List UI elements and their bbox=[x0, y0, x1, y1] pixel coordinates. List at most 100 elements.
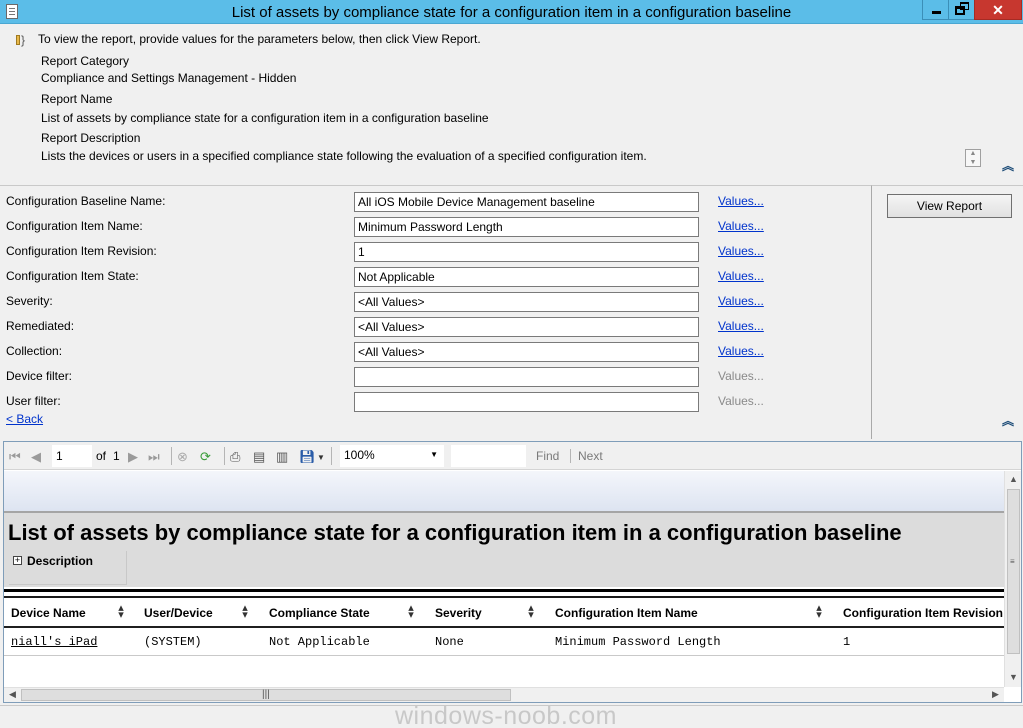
column-header-ci-revision[interactable]: Configuration Item Revision bbox=[843, 606, 1003, 620]
report-content: List of assets by compliance state for a… bbox=[4, 471, 1004, 687]
stop-icon[interactable]: ⊗ bbox=[177, 449, 188, 465]
find-button[interactable]: Find bbox=[536, 449, 559, 463]
report-viewer: ⏮ ◀ of 1 ▶ ⏭ ⊗ ⟳ ⎙ ▤ ▥ 💾︎ ▼ 100% ▼ Find … bbox=[3, 441, 1022, 703]
horizontal-scroll-thumb[interactable]: ||| bbox=[21, 689, 511, 701]
info-scroll-spinner[interactable]: ▲ ▼ bbox=[965, 149, 981, 167]
param-label-collection: Collection: bbox=[6, 344, 63, 358]
column-header-device-name[interactable]: Device Name bbox=[11, 606, 86, 620]
severity-input[interactable] bbox=[354, 292, 699, 312]
window-title: List of assets by compliance state for a… bbox=[231, 4, 792, 21]
zoom-dropdown-icon: ▼ bbox=[430, 450, 438, 459]
ci-revision-values-link[interactable]: Values... bbox=[718, 244, 764, 258]
device-filter-values-link: Values... bbox=[718, 369, 764, 383]
report-description-value: Lists the devices or users in a specifie… bbox=[41, 149, 647, 163]
spin-up-icon[interactable]: ▲ bbox=[966, 150, 980, 158]
page-setup-icon[interactable]: ▤ bbox=[253, 449, 265, 465]
column-header-compliance-state[interactable]: Compliance State bbox=[269, 606, 370, 620]
export-dropdown-icon[interactable]: ▼ bbox=[317, 453, 325, 462]
viewer-toolbar: ⏮ ◀ of 1 ▶ ⏭ ⊗ ⟳ ⎙ ▤ ▥ 💾︎ ▼ 100% ▼ Find … bbox=[4, 442, 1021, 470]
action-panel: ︽ bbox=[871, 185, 1023, 439]
minimize-button[interactable] bbox=[922, 0, 949, 20]
report-description-label: Report Description bbox=[41, 131, 141, 145]
grip-icon: ||| bbox=[262, 689, 270, 700]
zoom-value: 100% bbox=[344, 448, 375, 462]
last-page-icon[interactable]: ⏭ bbox=[148, 449, 160, 465]
spin-down-icon[interactable]: ▼ bbox=[966, 159, 980, 167]
column-header-ci-name[interactable]: Configuration Item Name bbox=[555, 606, 698, 620]
scroll-right-icon[interactable]: ▶ bbox=[989, 689, 1002, 700]
restore-button[interactable] bbox=[948, 0, 975, 20]
sort-icon[interactable]: ▴ ▾ bbox=[527, 603, 535, 621]
param-label-severity: Severity: bbox=[6, 294, 53, 308]
report-name-label: Report Name bbox=[41, 92, 113, 106]
report-header-band bbox=[4, 471, 1004, 511]
horizontal-scrollbar[interactable]: ◀ ||| ▶ bbox=[4, 687, 1004, 702]
parameters-panel: Configuration Baseline Name: Values... C… bbox=[0, 185, 871, 439]
sort-icon[interactable]: ▴ ▾ bbox=[815, 603, 823, 621]
back-link[interactable]: < Back bbox=[6, 412, 43, 426]
scroll-up-icon[interactable]: ▲ bbox=[1007, 474, 1020, 484]
scroll-down-icon[interactable]: ▼ bbox=[1007, 672, 1020, 682]
view-report-button[interactable]: View Report bbox=[887, 194, 1012, 218]
report-info-panel: } To view the report, provide values for… bbox=[0, 24, 1023, 185]
collapse-params-icon[interactable]: ︽ bbox=[1001, 415, 1015, 430]
find-text-input[interactable] bbox=[451, 445, 526, 467]
refresh-icon[interactable]: ⟳ bbox=[200, 449, 211, 465]
param-label-device-filter: Device filter: bbox=[6, 369, 73, 383]
minimize-icon bbox=[932, 11, 941, 14]
remediated-input[interactable] bbox=[354, 317, 699, 337]
collapse-info-icon[interactable]: ︽ bbox=[1001, 160, 1015, 175]
description-label: Description bbox=[27, 554, 94, 568]
title-bar: List of assets by compliance state for a… bbox=[0, 0, 1023, 24]
zoom-select[interactable]: 100% ▼ bbox=[340, 445, 444, 467]
param-label-baseline: Configuration Baseline Name: bbox=[6, 194, 166, 208]
device-name-link[interactable]: niall's iPad bbox=[11, 635, 97, 649]
param-label-ci-state: Configuration Item State: bbox=[6, 269, 139, 283]
column-header-user-device[interactable]: User/Device bbox=[144, 606, 213, 620]
report-category-value: Compliance and Settings Management - Hid… bbox=[41, 71, 297, 85]
report-title-band: List of assets by compliance state for a… bbox=[4, 511, 1004, 587]
vertical-scroll-thumb[interactable]: ≡ bbox=[1007, 489, 1020, 654]
sort-icon[interactable]: ▴ ▾ bbox=[241, 603, 249, 621]
user-filter-values-link: Values... bbox=[718, 394, 764, 408]
description-toggle[interactable]: + Description bbox=[9, 551, 127, 585]
close-button[interactable]: ✕ bbox=[974, 0, 1022, 20]
report-name-value: List of assets by compliance state for a… bbox=[41, 111, 489, 125]
remediated-values-link[interactable]: Values... bbox=[718, 319, 764, 333]
ci-revision-input[interactable] bbox=[354, 242, 699, 262]
ci-name-values-link[interactable]: Values... bbox=[718, 219, 764, 233]
expand-plus-icon[interactable]: + bbox=[13, 556, 22, 565]
print-icon[interactable]: ⎙ bbox=[230, 449, 240, 465]
param-label-ci-name: Configuration Item Name: bbox=[6, 219, 143, 233]
param-label-remediated: Remediated: bbox=[6, 319, 75, 333]
next-page-icon[interactable]: ▶ bbox=[128, 449, 138, 465]
export-icon[interactable]: 💾︎ bbox=[299, 449, 316, 465]
of-label: of bbox=[96, 449, 107, 463]
sort-icon[interactable]: ▴ ▾ bbox=[117, 603, 125, 621]
scroll-left-icon[interactable]: ◀ bbox=[6, 689, 19, 700]
report-title: List of assets by compliance state for a… bbox=[8, 520, 902, 545]
collection-input[interactable] bbox=[354, 342, 699, 362]
baseline-name-input[interactable] bbox=[354, 192, 699, 212]
find-next-button[interactable]: Next bbox=[578, 449, 603, 463]
page-number-input[interactable] bbox=[52, 445, 92, 467]
severity-values-link[interactable]: Values... bbox=[718, 294, 764, 308]
baseline-values-link[interactable]: Values... bbox=[718, 194, 764, 208]
device-filter-input[interactable] bbox=[354, 367, 699, 387]
sort-icon[interactable]: ▴ ▾ bbox=[407, 603, 415, 621]
first-page-icon[interactable]: ⏮ bbox=[9, 449, 21, 465]
collection-values-link[interactable]: Values... bbox=[718, 344, 764, 358]
column-header-severity[interactable]: Severity bbox=[435, 606, 482, 620]
info-icon: } bbox=[16, 33, 26, 47]
vertical-scrollbar[interactable]: ▲ ≡ ▼ bbox=[1004, 471, 1021, 687]
report-category-label: Report Category bbox=[41, 54, 130, 68]
table-cell: 1 bbox=[843, 635, 851, 649]
previous-page-icon[interactable]: ◀ bbox=[31, 449, 41, 465]
total-pages: 1 bbox=[113, 449, 120, 463]
user-filter-input[interactable] bbox=[354, 392, 699, 412]
print-layout-icon[interactable]: ▥ bbox=[276, 449, 288, 465]
ci-state-values-link[interactable]: Values... bbox=[718, 269, 764, 283]
ci-name-input[interactable] bbox=[354, 217, 699, 237]
ci-state-input[interactable] bbox=[354, 267, 699, 287]
table-cell: Not Applicable bbox=[269, 635, 370, 649]
